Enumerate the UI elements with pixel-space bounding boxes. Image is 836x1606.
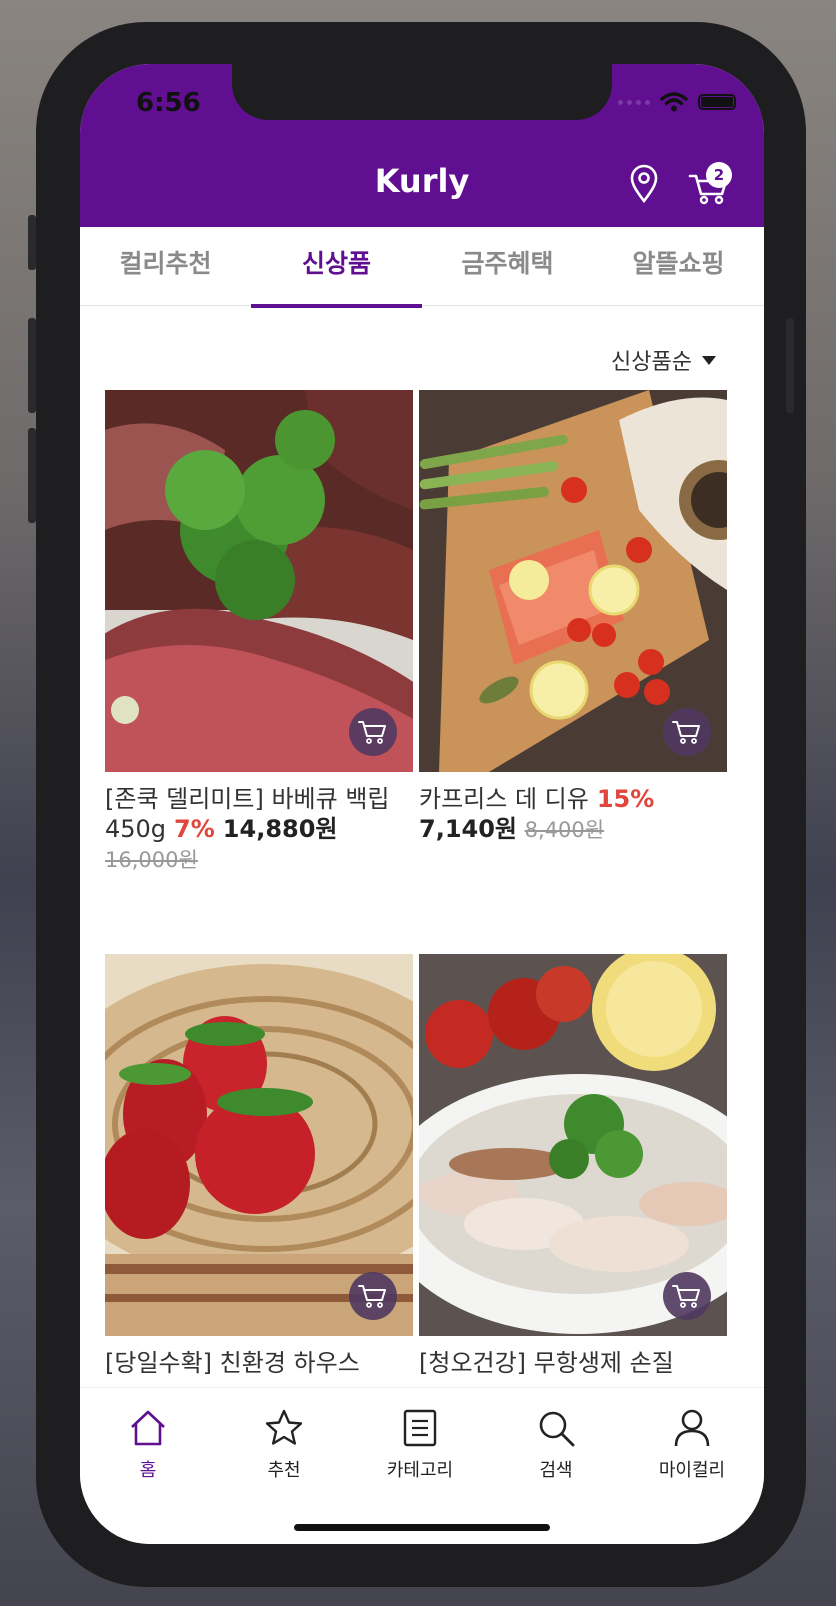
sale-price: 14,880원	[222, 815, 338, 843]
wifi-icon	[660, 92, 688, 112]
nav-my-kurly-label: 마이컬리	[658, 1460, 726, 1481]
add-to-cart-button[interactable]	[663, 708, 711, 756]
search-icon	[539, 1411, 575, 1447]
discount-rate: 7%	[174, 815, 215, 843]
tab-new-products[interactable]: 신상품	[251, 227, 422, 308]
product-info: 카프리스 데 디유 15% 7,140원 8,400원	[419, 784, 727, 845]
add-to-cart-button[interactable]	[349, 1272, 397, 1320]
nav-search-label: 검색	[539, 1460, 573, 1481]
tab-kurly-recommend[interactable]: 컬리추천	[80, 227, 251, 305]
sale-price: 7,140원	[419, 815, 517, 843]
signal-icon	[618, 99, 650, 105]
tab-weekly-benefits[interactable]: 금주혜택	[422, 227, 593, 305]
original-price: 8,400원	[524, 818, 605, 842]
product-card[interactable]: [존쿡 델리미트] 바베큐 백립 450g 7% 14,880원 16,000원	[105, 390, 413, 875]
location-pin-icon[interactable]	[628, 164, 660, 204]
star-icon	[265, 1409, 303, 1445]
home-indicator	[294, 1524, 550, 1531]
nav-home[interactable]: 홈	[80, 1408, 216, 1482]
status-icons	[618, 92, 736, 112]
status-time: 6:56	[136, 88, 201, 118]
tab-bargain-shopping[interactable]: 알뜰쇼핑	[593, 227, 764, 305]
product-image[interactable]	[419, 390, 727, 772]
home-icon	[131, 1410, 165, 1446]
power-button	[786, 318, 794, 413]
product-card[interactable]: 카프리스 데 디유 15% 7,140원 8,400원	[419, 390, 727, 845]
cart-count-badge: 2	[706, 162, 732, 188]
app-header: 6:56 Kurly 2	[80, 64, 764, 227]
add-to-cart-button[interactable]	[349, 708, 397, 756]
add-to-cart-button[interactable]	[663, 1272, 711, 1320]
discount-rate: 15%	[596, 785, 655, 813]
nav-my-kurly[interactable]: 마이컬리	[624, 1408, 760, 1482]
product-name: 카프리스 데 디유	[419, 785, 589, 813]
nav-recommend[interactable]: 추천	[216, 1408, 352, 1482]
nav-recommend-label: 추천	[267, 1460, 301, 1481]
list-icon	[403, 1409, 437, 1447]
volume-down-button	[28, 428, 36, 523]
nav-category-label: 카테고리	[386, 1460, 454, 1481]
product-image[interactable]	[105, 954, 413, 1336]
volume-up-button	[28, 318, 36, 413]
nav-search[interactable]: 검색	[488, 1408, 624, 1482]
nav-home-label: 홈	[139, 1460, 157, 1481]
original-price: 16,000원	[105, 848, 198, 872]
product-image[interactable]	[419, 954, 727, 1336]
product-name: [당일수확] 친환경 하우스	[105, 1349, 360, 1377]
app-screen: 6:56 Kurly 2 컬리추천 신상품 금주혜택 알뜰쇼핑 신상품순 [존쿡…	[80, 64, 764, 1544]
product-name: [청오건강] 무항생제 손질	[419, 1349, 674, 1377]
sort-label: 신상품순	[611, 350, 692, 375]
user-icon	[674, 1409, 710, 1447]
mute-switch	[28, 215, 36, 270]
product-info: [존쿡 델리미트] 바베큐 백립 450g 7% 14,880원 16,000원	[105, 784, 413, 875]
category-tabs: 컬리추천 신상품 금주혜택 알뜰쇼핑	[80, 227, 764, 308]
bottom-nav: 홈 추천 카테고리 검색 마이컬리	[80, 1387, 764, 1544]
product-info: [당일수확] 친환경 하우스	[105, 1348, 413, 1378]
caret-down-icon	[702, 355, 716, 365]
product-image[interactable]	[105, 390, 413, 772]
nav-category[interactable]: 카테고리	[352, 1408, 488, 1482]
product-card[interactable]: [청오건강] 무항생제 손질	[419, 954, 727, 1378]
product-info: [청오건강] 무항생제 손질	[419, 1348, 727, 1378]
sort-dropdown[interactable]: 신상품순	[611, 344, 716, 376]
notch	[232, 64, 612, 120]
product-card[interactable]: [당일수확] 친환경 하우스	[105, 954, 413, 1378]
app-title: Kurly	[374, 162, 470, 200]
battery-icon	[698, 94, 736, 110]
